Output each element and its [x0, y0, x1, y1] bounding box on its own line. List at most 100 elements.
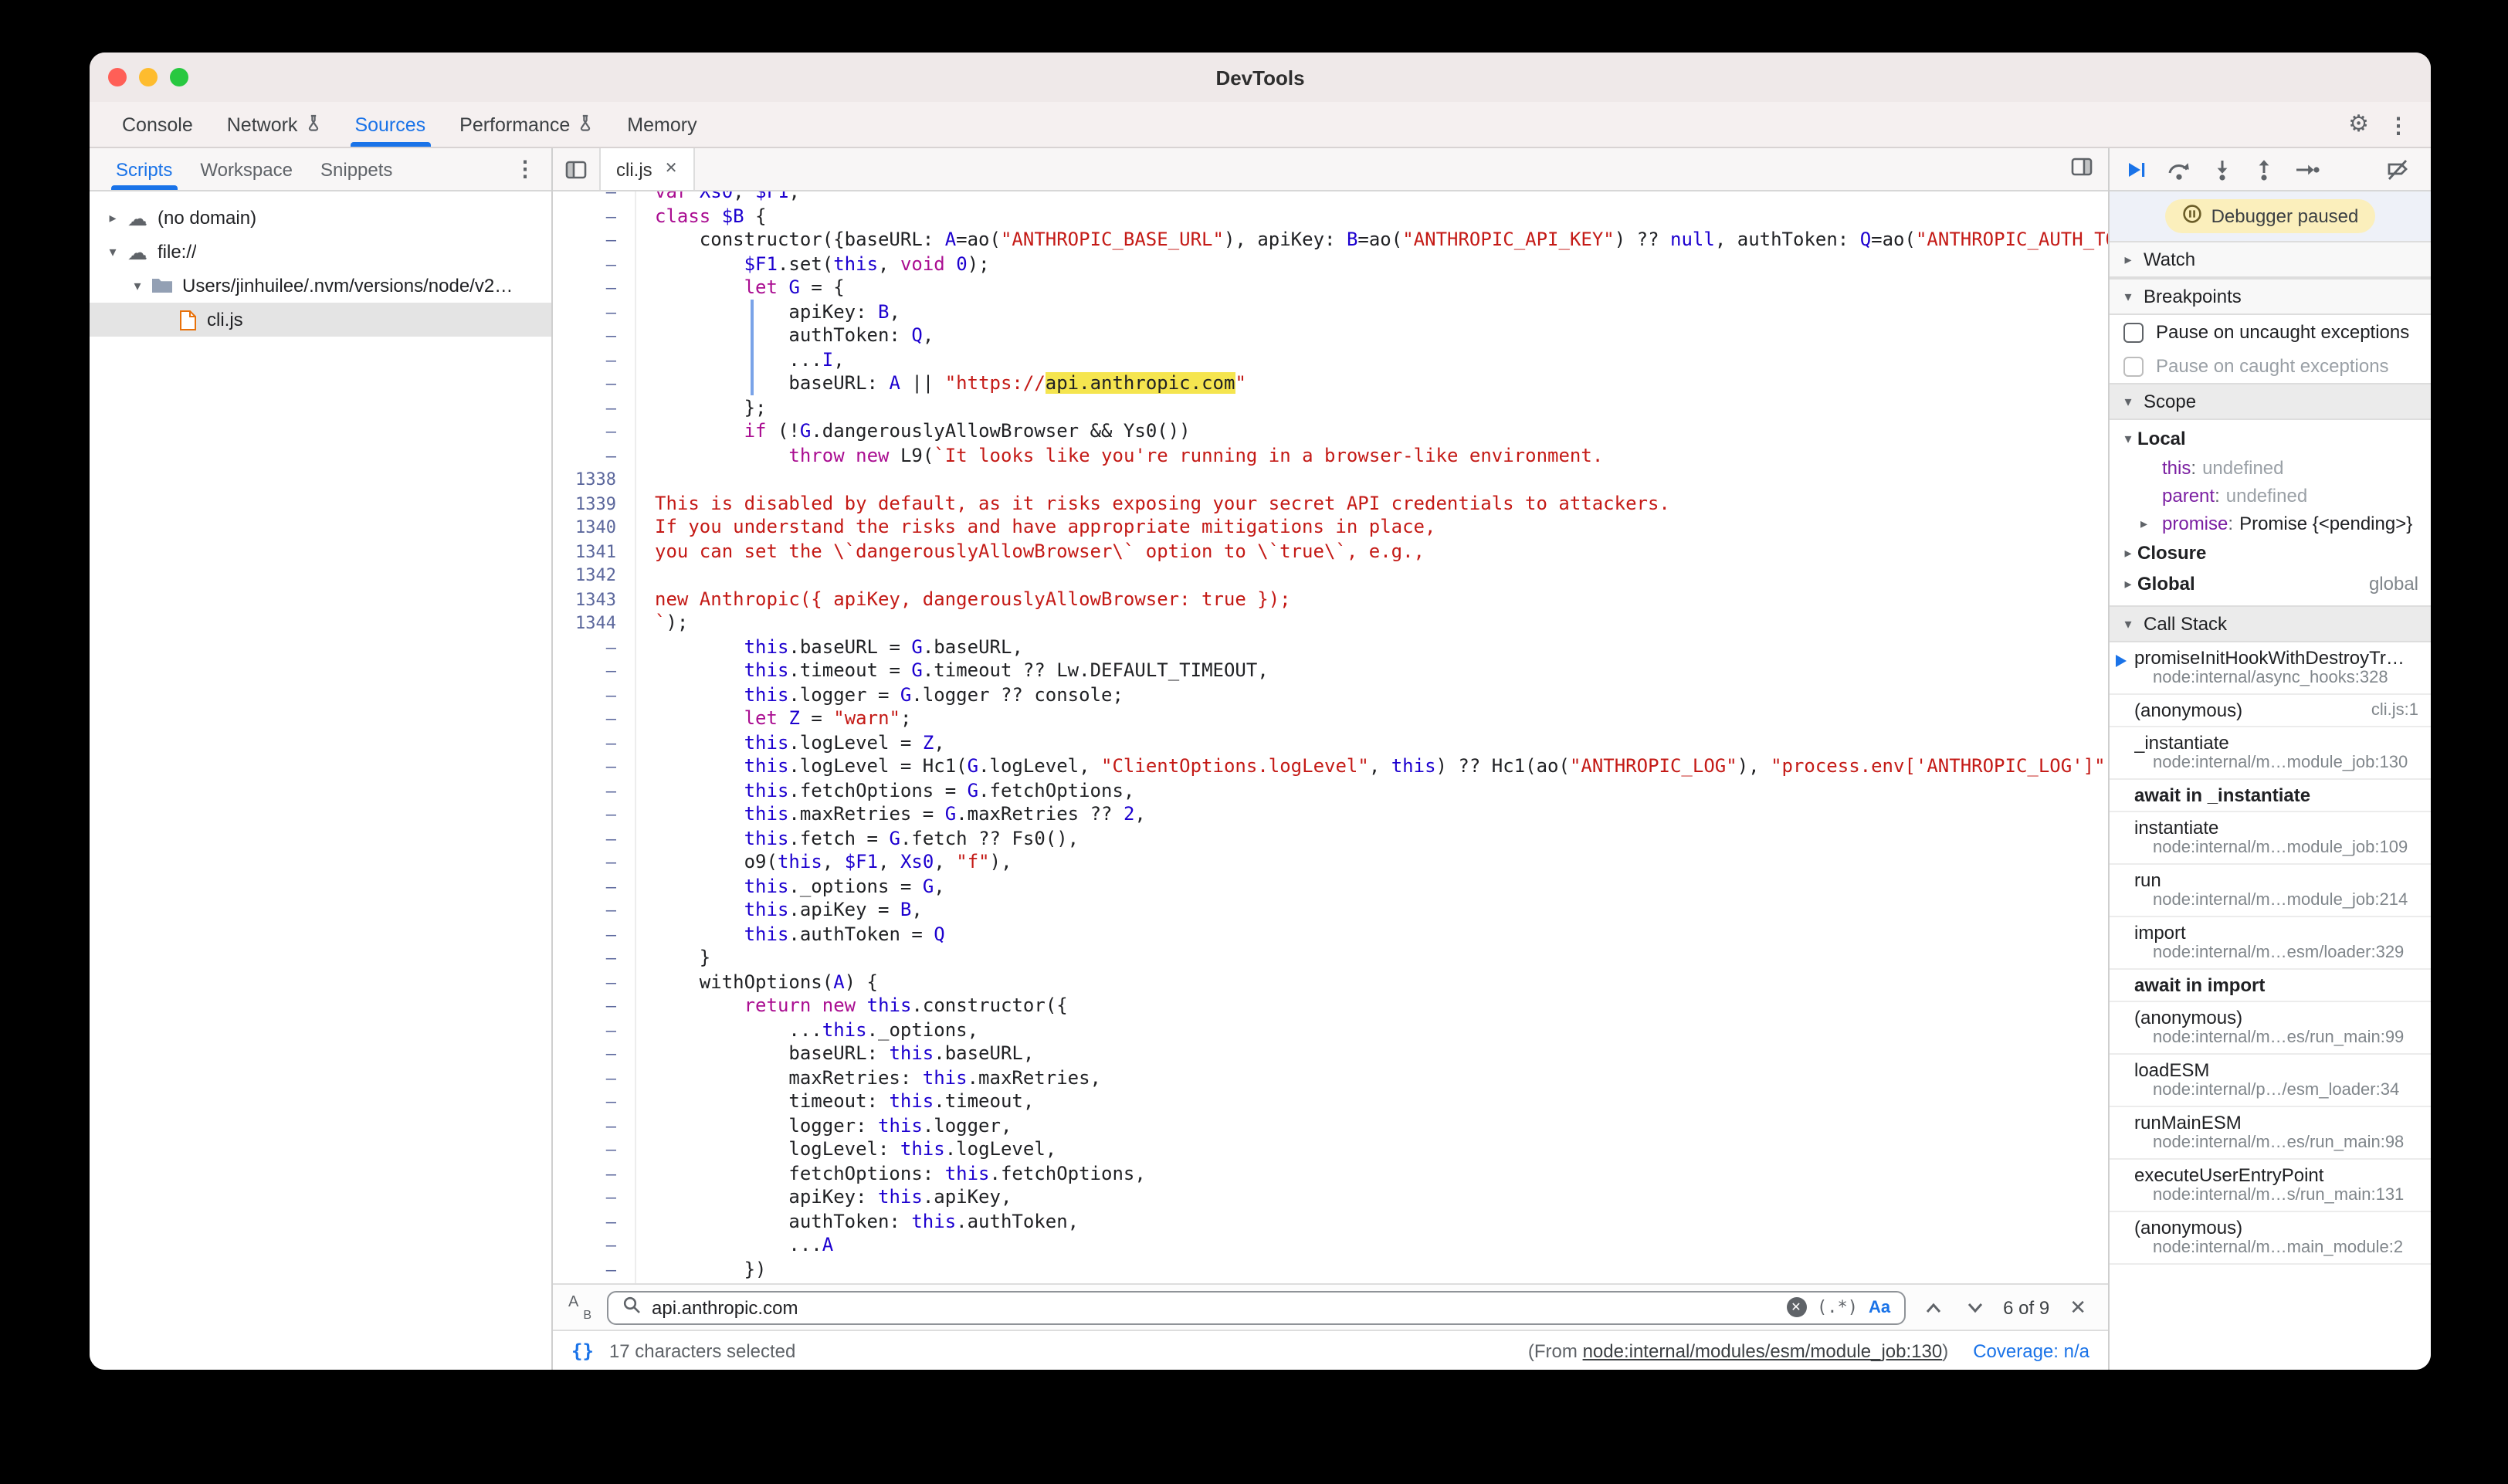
panel-tab-memory[interactable]: Memory — [610, 102, 713, 147]
code-text[interactable] — [636, 564, 655, 588]
code-text[interactable]: throw new L9(`It looks like you're runni… — [636, 444, 1603, 468]
module-job-link[interactable]: node:internal/modules/esm/module_job:130 — [1583, 1340, 1943, 1361]
gutter-line-number[interactable]: – — [553, 779, 636, 803]
call-stack-frame[interactable]: promiseInitHookWithDestroyTr…node:intern… — [2110, 642, 2431, 695]
navigator-tab-scripts[interactable]: Scripts — [102, 148, 186, 190]
code-text[interactable]: this._options = G, — [636, 875, 945, 899]
gutter-line-number[interactable]: – — [553, 827, 636, 851]
code-text[interactable]: var Xs0, $F1; — [636, 191, 800, 205]
code-text[interactable]: this.logger = G.logger ?? console; — [636, 683, 1124, 707]
scope-variable-promise[interactable]: ▸promise:Promise {<pending>} — [2110, 510, 2431, 537]
navigator-tab-workspace[interactable]: Workspace — [186, 148, 307, 190]
code-text[interactable]: authToken: this.authToken, — [636, 1210, 1079, 1234]
section-scope[interactable]: ▾ Scope — [2110, 383, 2431, 420]
gutter-line-number[interactable]: – — [553, 851, 636, 875]
settings-gear-icon[interactable]: ⚙ — [2348, 113, 2369, 136]
code-text[interactable]: } — [636, 1282, 710, 1283]
gutter-line-number[interactable]: – — [553, 1162, 636, 1186]
code-text[interactable]: baseURL: this.baseURL, — [636, 1042, 1034, 1066]
chevron-right-icon[interactable]: ▸ — [102, 209, 124, 226]
gutter-line-number[interactable]: – — [553, 994, 636, 1018]
code-text[interactable]: if (!G.dangerouslyAllowBrowser && Ys0()) — [636, 420, 1191, 444]
code-text[interactable]: maxRetries: this.maxRetries, — [636, 1066, 1101, 1090]
tree-item-users-jinhuilee-nvm-versions-node-v2-[interactable]: ▾Users/jinhuilee/.nvm/versions/node/v2… — [90, 269, 551, 303]
section-watch[interactable]: ▸ Watch — [2110, 241, 2431, 278]
panel-tab-network[interactable]: Network — [210, 102, 338, 147]
close-window-button[interactable] — [108, 68, 127, 86]
code-text[interactable]: constructor({baseURL: A=ao("ANTHROPIC_BA… — [636, 229, 2108, 252]
code-text[interactable]: this.fetchOptions = G.fetchOptions, — [636, 779, 1134, 803]
step-over-icon[interactable] — [2167, 158, 2191, 180]
gutter-line-number[interactable]: – — [553, 420, 636, 444]
code-text[interactable]: logger: this.logger, — [636, 1114, 1012, 1138]
deactivate-breakpoints-icon[interactable] — [2386, 158, 2415, 180]
gutter-line-number[interactable]: 1342 — [553, 564, 636, 588]
gutter-line-number[interactable]: – — [553, 707, 636, 731]
gutter-line-number[interactable]: – — [553, 444, 636, 468]
gutter-line-number[interactable]: – — [553, 947, 636, 971]
gutter-line-number[interactable]: – — [553, 300, 636, 324]
code-text[interactable]: this.authToken = Q — [636, 923, 945, 947]
gutter-line-number[interactable]: – — [553, 1258, 636, 1282]
scope-section-closure[interactable]: ▸Closure — [2110, 537, 2431, 568]
gutter-line-number[interactable]: – — [553, 1210, 636, 1234]
code-text[interactable]: apiKey: this.apiKey, — [636, 1186, 1012, 1210]
code-text[interactable]: $F1.set(this, void 0); — [636, 252, 990, 276]
panel-tab-performance[interactable]: Performance — [442, 102, 610, 147]
toggle-navigator-icon[interactable] — [553, 148, 599, 190]
gutter-line-number[interactable]: – — [553, 1018, 636, 1042]
gutter-line-number[interactable]: – — [553, 229, 636, 252]
call-stack-frame[interactable]: runnode:internal/m…module_job:214 — [2110, 865, 2431, 917]
gutter-line-number[interactable]: – — [553, 324, 636, 348]
call-stack-frame[interactable]: loadESMnode:internal/p…/esm_loader:34 — [2110, 1055, 2431, 1107]
gutter-line-number[interactable]: – — [553, 899, 636, 923]
pause-caught-checkbox[interactable] — [2123, 356, 2144, 376]
code-editor[interactable]: –var Xs0, $F1;–class $B {– constructor({… — [553, 191, 2108, 1283]
gutter-line-number[interactable]: – — [553, 971, 636, 994]
close-tab-icon[interactable]: ✕ — [665, 161, 678, 178]
scope-variable-this[interactable]: this:undefined — [2110, 454, 2431, 482]
toggle-debugger-sidebar-icon[interactable] — [2071, 155, 2093, 183]
call-stack-frame[interactable]: instantiatenode:internal/m…module_job:10… — [2110, 812, 2431, 865]
tree-item-cli-js[interactable]: cli.js — [90, 303, 551, 337]
resume-execution-icon[interactable] — [2125, 158, 2147, 180]
match-case-toggle[interactable]: Aa — [1869, 1298, 1890, 1316]
code-text[interactable]: ...I, — [636, 348, 845, 372]
code-text[interactable]: let Z = "warn"; — [636, 707, 911, 731]
minimize-window-button[interactable] — [139, 68, 158, 86]
chevron-right-icon[interactable]: ▸ — [2140, 515, 2147, 532]
step-into-icon[interactable] — [2211, 158, 2233, 180]
code-text[interactable]: return new this.constructor({ — [636, 994, 1068, 1018]
pause-uncaught-row[interactable]: Pause on uncaught exceptions — [2110, 315, 2431, 349]
gutter-line-number[interactable]: – — [553, 205, 636, 229]
clear-search-icon[interactable]: ✕ — [1786, 1297, 1806, 1317]
call-stack-frame[interactable]: runMainESMnode:internal/m…es/run_main:98 — [2110, 1107, 2431, 1160]
gutter-line-number[interactable]: 1339 — [553, 492, 636, 516]
chevron-down-icon[interactable]: ▾ — [102, 243, 124, 260]
code-text[interactable]: ...A — [636, 1234, 833, 1258]
gutter-line-number[interactable]: – — [553, 683, 636, 707]
call-stack-frame[interactable]: (anonymous)node:internal/m…es/run_main:9… — [2110, 1002, 2431, 1055]
code-text[interactable]: o9(this, $F1, Xs0, "f"), — [636, 851, 1012, 875]
code-text[interactable]: this.apiKey = B, — [636, 899, 923, 923]
gutter-line-number[interactable]: – — [553, 1090, 636, 1114]
gutter-line-number[interactable]: 1343 — [553, 588, 636, 612]
code-text[interactable]: apiKey: B, — [636, 300, 900, 324]
code-text[interactable]: let G = { — [636, 276, 845, 300]
panel-tab-console[interactable]: Console — [105, 102, 210, 147]
gutter-line-number[interactable]: – — [553, 372, 636, 396]
code-text[interactable]: class $B { — [636, 205, 767, 229]
call-stack-frame[interactable]: importnode:internal/m…esm/loader:329 — [2110, 917, 2431, 970]
code-text[interactable]: this.timeout = G.timeout ?? Lw.DEFAULT_T… — [636, 659, 1269, 683]
close-find-bar-icon[interactable]: ✕ — [2063, 1295, 2093, 1320]
call-stack-frame[interactable]: executeUserEntryPointnode:internal/m…s/r… — [2110, 1160, 2431, 1212]
code-text[interactable]: you can set the \`dangerouslyAllowBrowse… — [636, 540, 1425, 564]
code-text[interactable]: this.fetch = G.fetch ?? Fs0(), — [636, 827, 1079, 851]
step-icon[interactable] — [2295, 158, 2320, 180]
call-stack-frame[interactable]: _instantiatenode:internal/m…module_job:1… — [2110, 727, 2431, 780]
code-text[interactable]: fetchOptions: this.fetchOptions, — [636, 1162, 1146, 1186]
gutter-line-number[interactable]: – — [553, 659, 636, 683]
section-call-stack[interactable]: ▾ Call Stack — [2110, 605, 2431, 642]
code-text[interactable]: }; — [636, 396, 767, 420]
code-text[interactable]: authToken: Q, — [636, 324, 934, 348]
